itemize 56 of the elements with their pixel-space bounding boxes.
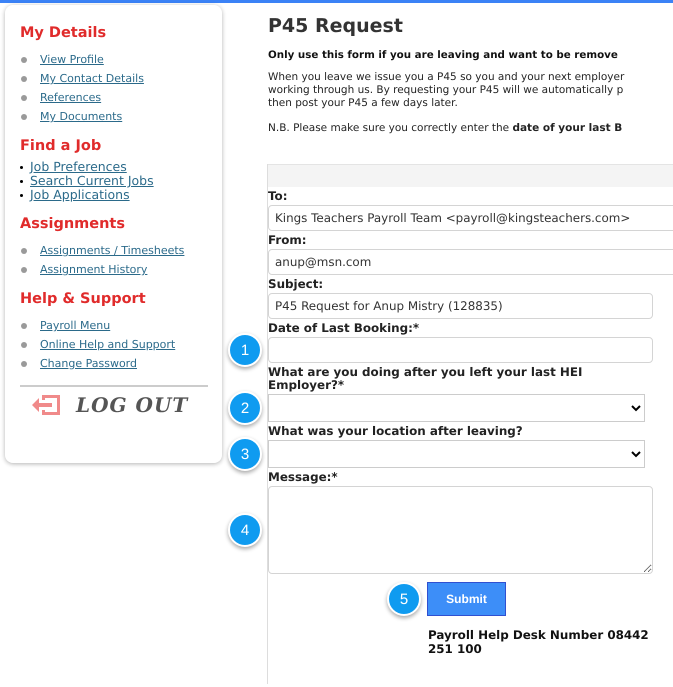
text-field[interactable]: anup@msn.com <box>268 249 673 275</box>
dropdown-field[interactable] <box>268 440 645 468</box>
bullet-icon <box>21 248 27 254</box>
bullet-icon <box>20 180 23 182</box>
bullet-icon <box>21 76 27 82</box>
sidebar-link[interactable]: My Documents <box>40 110 122 124</box>
field-label: From: <box>268 232 308 247</box>
sidebar-link[interactable]: My Contact Details <box>40 72 144 86</box>
paragraph-line: When you leave we issue you a P45 so you and your next employer <box>268 71 626 84</box>
paragraph-line: working through us. By requesting your P45 will we automatically p <box>268 84 624 97</box>
sidebar-link[interactable]: Online Help and Support <box>40 338 176 352</box>
step-marker: 2 <box>228 391 262 425</box>
field-label: To: <box>268 188 288 203</box>
sidebar-link[interactable]: Payroll Menu <box>40 319 110 333</box>
sidebar-link[interactable]: Assignments / Timesheets <box>40 244 184 258</box>
step-marker: 1 <box>228 333 262 367</box>
note-text: N.B. Please make sure you correctly enter the date of your last B <box>268 122 624 134</box>
bullet-icon <box>21 323 27 329</box>
section-heading: Help & Support <box>20 291 147 307</box>
submit-button[interactable]: Submit <box>427 582 506 616</box>
page-title: P45 Request <box>268 15 404 37</box>
sidebar-link[interactable]: Job Preferences <box>30 160 127 174</box>
field-label: What are you doing after you left your last HEI Employer?* <box>268 364 584 392</box>
section-heading: Find a Job <box>20 138 102 154</box>
bullet-icon <box>21 361 27 367</box>
dropdown-field[interactable] <box>268 394 645 422</box>
bullet-icon <box>20 166 23 168</box>
text-field[interactable]: P45 Request for Anup Mistry (128835) <box>268 293 653 319</box>
sidebar-link[interactable]: Assignment History <box>40 263 148 277</box>
bullet-icon <box>21 57 27 63</box>
sidebar-link[interactable]: Change Password <box>40 357 137 371</box>
step-marker: 4 <box>228 513 262 547</box>
logout-link[interactable]: LOG OUT <box>20 393 208 417</box>
field-label: Subject: <box>268 276 324 291</box>
sidebar-link[interactable]: Job Applications <box>30 188 130 202</box>
field-label: Message:* <box>268 469 339 484</box>
intro-text: Only use this form if you are leaving and want to be remove <box>268 49 619 61</box>
step-marker: 5 <box>387 582 421 616</box>
bullet-icon <box>20 194 23 196</box>
bullet-icon <box>21 114 27 120</box>
step-marker: 3 <box>228 437 262 471</box>
field-label: What was your location after leaving? <box>268 423 524 438</box>
section-heading: My Details <box>20 25 108 41</box>
message-field[interactable] <box>268 486 653 574</box>
field-label: Date of Last Booking:* <box>268 320 420 335</box>
text-field[interactable]: Kings Teachers Payroll Team <payroll@kingsteachers.com> <box>268 205 673 231</box>
bullet-icon <box>21 95 27 101</box>
sidebar-link[interactable]: View Profile <box>40 53 104 67</box>
sidebar-link[interactable]: Search Current Jobs <box>30 174 154 188</box>
section-heading: Assignments <box>20 216 126 232</box>
paragraph-line: then post your P45 a few days later. <box>268 97 459 110</box>
sidebar-link[interactable]: References <box>40 91 102 105</box>
bullet-icon <box>21 342 27 348</box>
bullet-icon <box>21 267 27 273</box>
help-text: Payroll Help Desk Number 08442 251 100 <box>428 628 650 656</box>
text-field[interactable] <box>268 337 653 363</box>
